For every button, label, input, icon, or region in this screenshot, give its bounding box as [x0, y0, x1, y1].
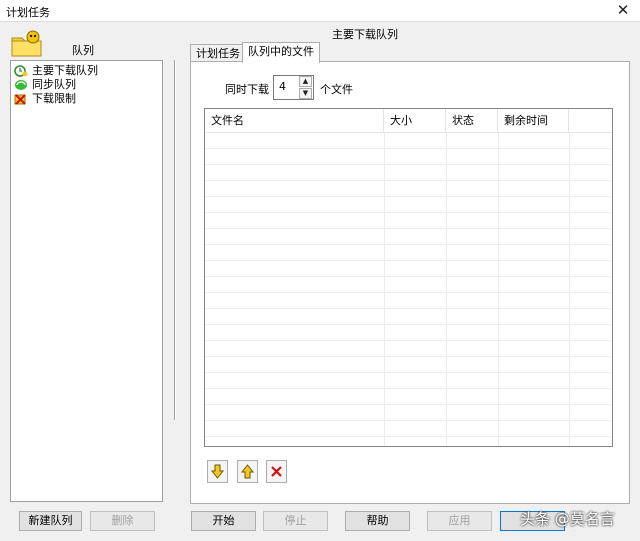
title-bar: 计划任务 ✕ — [0, 0, 640, 22]
tree-item-label: 下载限制 — [32, 92, 76, 105]
stop-button[interactable]: 停止 — [263, 511, 328, 531]
simultaneous-value[interactable]: 4 — [279, 80, 286, 93]
column-header-filename[interactable]: 文件名 — [205, 109, 384, 133]
simultaneous-unit-label: 个文件 — [320, 83, 353, 96]
tree-item-download-limit[interactable]: 下载限制 — [11, 92, 162, 106]
tree-item-label: 主要下载队列 — [32, 64, 98, 77]
column-divider — [384, 133, 385, 446]
delete-x-icon — [271, 466, 282, 477]
arrow-down-icon — [210, 464, 225, 479]
column-divider — [569, 133, 570, 446]
apply-button[interactable]: 应用 — [427, 511, 492, 531]
panel-divider[interactable] — [174, 60, 176, 420]
tab-queue-files[interactable]: 队列中的文件 — [242, 42, 320, 63]
column-header-status[interactable]: 状态 — [446, 109, 498, 133]
stepper-up-icon[interactable]: ▲ — [299, 76, 312, 87]
queue-panel-label: 队列 — [72, 44, 94, 57]
list-header: 文件名 大小 状态 剩余时间 — [205, 109, 612, 133]
close-icon[interactable]: ✕ — [614, 1, 632, 19]
simultaneous-label: 同时下载 — [225, 83, 269, 96]
queue-file-list[interactable]: 文件名 大小 状态 剩余时间 — [204, 108, 613, 447]
main-queue-icon — [14, 65, 28, 77]
simultaneous-stepper[interactable]: 4 ▲ ▼ — [273, 75, 314, 100]
window-title: 计划任务 — [6, 6, 50, 19]
watermark: 头条 @莫名言 — [520, 510, 615, 528]
queue-tree[interactable]: 主要下载队列 同步队列 下载限制 — [10, 60, 163, 502]
stepper-down-icon[interactable]: ▼ — [299, 88, 312, 99]
sync-queue-icon — [14, 79, 28, 91]
column-divider — [446, 133, 447, 446]
tab-schedule[interactable]: 计划任务 — [190, 44, 246, 62]
move-up-button[interactable] — [237, 460, 258, 483]
column-divider — [498, 133, 499, 446]
delete-queue-button[interactable]: 删除 — [90, 511, 155, 531]
column-header-time-left[interactable]: 剩余时间 — [498, 109, 569, 133]
start-button[interactable]: 开始 — [191, 511, 256, 531]
remove-file-button[interactable] — [266, 460, 287, 483]
queue-title: 主要下载队列 — [332, 28, 398, 41]
tree-item-sync-queue[interactable]: 同步队列 — [11, 78, 162, 92]
tree-item-label: 同步队列 — [32, 78, 76, 91]
queue-folder-icon — [10, 28, 44, 58]
arrow-up-icon — [240, 464, 255, 479]
tree-item-main-queue[interactable]: 主要下载队列 — [11, 64, 162, 78]
new-queue-button[interactable]: 新建队列 — [19, 511, 82, 531]
list-rows — [205, 133, 612, 446]
move-down-button[interactable] — [207, 460, 228, 483]
download-limit-icon — [14, 93, 28, 105]
column-header-size[interactable]: 大小 — [384, 109, 446, 133]
help-button[interactable]: 帮助 — [345, 511, 410, 531]
